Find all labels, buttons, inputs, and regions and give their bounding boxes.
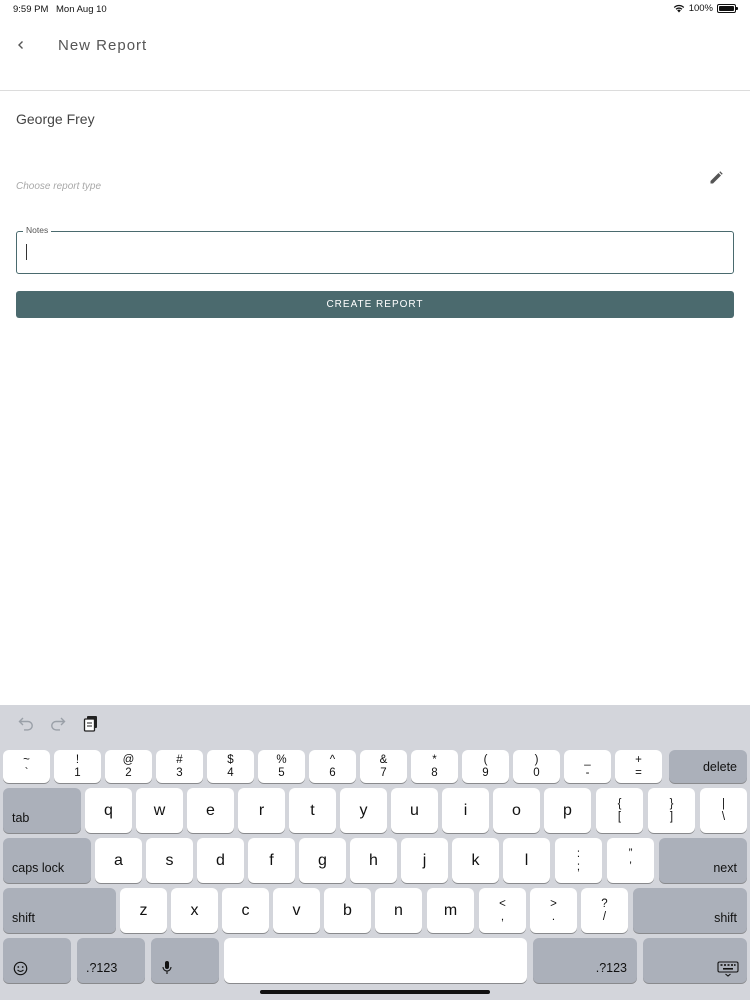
notes-label: Notes [23, 225, 52, 235]
back-button[interactable] [10, 34, 32, 56]
key-p[interactable]: p [544, 788, 591, 833]
shift-right-key[interactable]: shift [633, 888, 747, 933]
keyboard-toolbar [0, 705, 750, 747]
key-y[interactable]: y [340, 788, 387, 833]
key-n[interactable]: n [375, 888, 422, 933]
clipboard-icon[interactable] [82, 715, 100, 733]
key-semicolon[interactable]: :; [555, 838, 602, 883]
key-k[interactable]: k [452, 838, 499, 883]
emoji-key[interactable] [3, 938, 71, 983]
on-screen-keyboard: ~ ` ! 1 @2 #3 $4 % 5 ^ 6 & 7 * 8 (9 ) 0 _ - + = d… [0, 705, 750, 1000]
key-f[interactable]: f [248, 838, 295, 883]
key-open-bracket[interactable]: {[ [596, 788, 643, 833]
key-a[interactable]: a [95, 838, 142, 883]
key-q[interactable]: q [85, 788, 132, 833]
key-v[interactable]: v [273, 888, 320, 933]
key-d[interactable]: d [197, 838, 244, 883]
key-g[interactable]: g [299, 838, 346, 883]
delete-key[interactable]: delete [669, 750, 747, 783]
key-x[interactable]: x [171, 888, 218, 933]
hide-keyboard-key[interactable] [643, 938, 747, 983]
tab-key[interactable]: tab [3, 788, 81, 833]
key-5[interactable]: % 5 [258, 750, 305, 783]
key-t[interactable]: t [289, 788, 336, 833]
person-name: George Frey [16, 111, 95, 127]
key-minus[interactable]: _ - [564, 750, 611, 783]
dictation-key[interactable] [151, 938, 219, 983]
key-s[interactable]: s [146, 838, 193, 883]
key-j[interactable]: j [401, 838, 448, 883]
key-4[interactable]: $4 [207, 750, 254, 783]
redo-icon[interactable] [49, 715, 67, 733]
key-i[interactable]: i [442, 788, 489, 833]
key-backtick[interactable]: ~ ` [3, 750, 50, 783]
text-caret [26, 244, 27, 260]
status-time: 9:59 PM [13, 4, 49, 15]
status-bar: 9:59 PM Mon Aug 10 100% [0, 0, 750, 18]
next-key[interactable]: next [659, 838, 747, 883]
key-o[interactable]: o [493, 788, 540, 833]
key-h[interactable]: h [350, 838, 397, 883]
caps-lock-key[interactable]: caps lock [3, 838, 91, 883]
key-e[interactable]: e [187, 788, 234, 833]
key-u[interactable]: u [391, 788, 438, 833]
key-comma[interactable]: <, [479, 888, 526, 933]
key-period[interactable]: >. [530, 888, 577, 933]
keyboard-hide-icon [717, 961, 739, 977]
key-equals[interactable]: + = [615, 750, 662, 783]
shift-left-key[interactable]: shift [3, 888, 116, 933]
key-1[interactable]: ! 1 [54, 750, 101, 783]
battery-icon [717, 4, 738, 13]
key-0[interactable]: ) 0 [513, 750, 560, 783]
pencil-icon[interactable] [708, 170, 724, 186]
key-r[interactable]: r [238, 788, 285, 833]
key-2[interactable]: @2 [105, 750, 152, 783]
numeric-key-right[interactable]: .?123 [533, 938, 637, 983]
chevron-left-icon [18, 41, 23, 49]
battery-percent: 100% [688, 3, 713, 14]
status-right: 100% [673, 3, 738, 14]
key-l[interactable]: l [503, 838, 550, 883]
home-indicator[interactable] [260, 990, 490, 994]
key-quote[interactable]: ”’ [607, 838, 654, 883]
page-title: New Report [58, 37, 148, 54]
key-m[interactable]: m [427, 888, 474, 933]
report-type-selector[interactable]: Choose report type [16, 181, 101, 192]
emoji-icon [13, 961, 28, 976]
notes-input[interactable] [25, 240, 715, 264]
key-slash[interactable]: ? / [581, 888, 628, 933]
key-c[interactable]: c [222, 888, 269, 933]
key-close-bracket[interactable]: }] [648, 788, 695, 833]
key-8[interactable]: * 8 [411, 750, 458, 783]
notes-field[interactable]: Notes [16, 225, 734, 274]
undo-icon[interactable] [17, 715, 35, 733]
wifi-icon [673, 4, 684, 13]
key-w[interactable]: w [136, 788, 183, 833]
key-3[interactable]: #3 [156, 750, 203, 783]
create-report-button[interactable]: CREATE REPORT [16, 291, 734, 318]
key-backslash[interactable]: | \ [700, 788, 747, 833]
microphone-icon [162, 961, 172, 974]
key-z[interactable]: z [120, 888, 167, 933]
app-header: New Report [0, 18, 750, 91]
key-9[interactable]: (9 [462, 750, 509, 783]
status-date: Mon Aug 10 [56, 4, 107, 15]
key-7[interactable]: & 7 [360, 750, 407, 783]
numeric-key-left[interactable]: .?123 [77, 938, 145, 983]
key-b[interactable]: b [324, 888, 371, 933]
key-6[interactable]: ^ 6 [309, 750, 356, 783]
space-key[interactable] [224, 938, 527, 983]
